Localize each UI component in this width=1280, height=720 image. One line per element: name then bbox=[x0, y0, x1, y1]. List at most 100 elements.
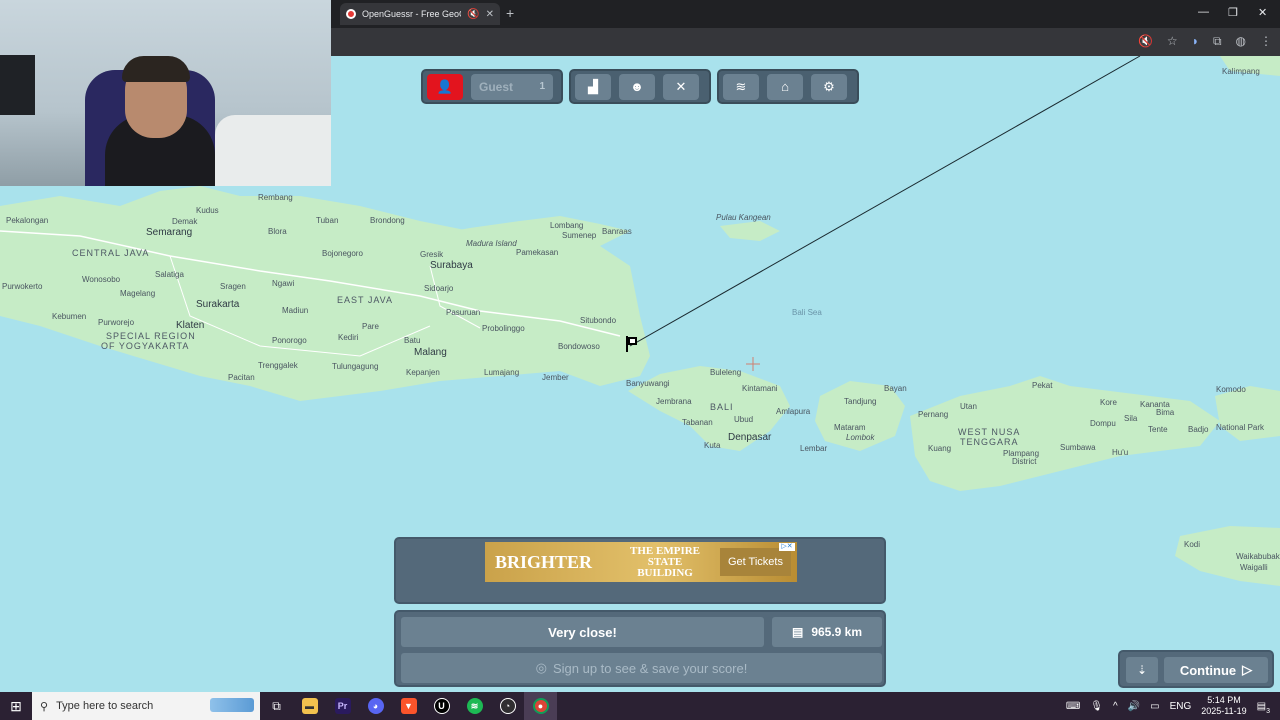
notification-icon[interactable]: ▤ bbox=[1257, 701, 1266, 712]
opengussr-favicon-icon bbox=[346, 9, 356, 19]
map-label: Tandjung bbox=[844, 397, 877, 406]
add-user-icon: 👤 bbox=[436, 78, 454, 94]
graduation-cap-icon: ⌂ bbox=[781, 79, 789, 94]
guest-label: Guest bbox=[479, 79, 514, 94]
map-label: Sragen bbox=[220, 282, 246, 291]
microphone-icon[interactable]: 🎙 bbox=[1090, 701, 1103, 712]
add-user-button[interactable]: 👤 bbox=[427, 73, 463, 100]
crossed-swords-icon: ✕ bbox=[675, 78, 687, 94]
battle-button[interactable]: ✕ bbox=[663, 73, 699, 100]
map-label: Tulungagung bbox=[332, 362, 379, 371]
map-label: Pare bbox=[362, 322, 379, 331]
profile-avatar[interactable]: ◍ bbox=[1236, 34, 1246, 49]
menu-kebab-icon[interactable]: ⋮ bbox=[1260, 34, 1272, 49]
notification-count: 3 bbox=[1266, 707, 1270, 715]
map-label: Kudus bbox=[196, 206, 219, 215]
bookmark-star-icon[interactable]: ☆ bbox=[1167, 34, 1178, 49]
map-label: Kintamani bbox=[742, 384, 778, 393]
advertisement-banner[interactable]: BRIGHTER THE EMPIRE STATE BUILDING Get T… bbox=[485, 542, 797, 582]
ad-choices-icon[interactable]: ▷✕ bbox=[779, 543, 795, 551]
touch-keyboard-icon[interactable]: ⌨ bbox=[1066, 701, 1080, 712]
chrome-icon[interactable]: ● bbox=[524, 692, 557, 720]
signup-button[interactable]: ◎ Sign up to see & save your score! bbox=[401, 653, 882, 683]
map-label: SPECIAL REGION bbox=[106, 331, 196, 341]
continue-label: Continue bbox=[1179, 662, 1237, 678]
map-label: Pekat bbox=[1032, 381, 1053, 390]
language-indicator[interactable]: ENG bbox=[1170, 701, 1192, 712]
correct-location-flag-icon bbox=[624, 336, 638, 352]
map-label: Kebumen bbox=[52, 312, 87, 321]
map-label: Jembrana bbox=[656, 397, 692, 406]
mute-tab-icon[interactable]: 🔇 bbox=[467, 9, 479, 20]
obs-icon[interactable]: ◔ bbox=[491, 692, 524, 720]
brave-icon[interactable]: ▼ bbox=[392, 692, 425, 720]
guest-indicator[interactable]: Guest 1 bbox=[471, 73, 553, 100]
map-label: Kuang bbox=[928, 444, 952, 453]
map-label: Brondong bbox=[370, 216, 405, 225]
restore-icon[interactable]: ❐ bbox=[1228, 6, 1238, 19]
map-label: Sila bbox=[1124, 414, 1138, 423]
task-view-icon[interactable]: ⧉ bbox=[260, 692, 293, 720]
leaderboard-button[interactable]: ▟ bbox=[575, 73, 611, 100]
network-icon[interactable]: ▭ bbox=[1150, 701, 1159, 712]
settings-toolbar: ≋ ⌂ ⚙ bbox=[717, 69, 859, 104]
map-label: WEST NUSA bbox=[958, 427, 1021, 437]
map-label: National Park bbox=[1216, 423, 1265, 432]
ruler-icon: ▤ bbox=[791, 625, 804, 639]
map-label: Sumbawa bbox=[1060, 443, 1096, 452]
spotify-icon[interactable]: ≋ bbox=[458, 692, 491, 720]
close-window-icon[interactable]: ✕ bbox=[1258, 6, 1267, 19]
map-label: CENTRAL JAVA bbox=[72, 248, 150, 258]
plus-icon[interactable]: + bbox=[506, 5, 514, 21]
ad-cta-button[interactable]: Get Tickets bbox=[719, 548, 791, 576]
map-label: Badjo bbox=[1188, 425, 1209, 434]
map-label: Kore bbox=[1100, 398, 1117, 407]
map-label: Klaten bbox=[176, 320, 205, 331]
clock[interactable]: 5:14 PM 2025-11-19 bbox=[1201, 695, 1246, 717]
chevron-up-icon[interactable]: ^ bbox=[1113, 701, 1118, 712]
extensions-icon[interactable]: ⧉ bbox=[1213, 34, 1222, 49]
gear-icon: ⚙ bbox=[823, 78, 835, 94]
map-label: Wonosobo bbox=[82, 275, 121, 284]
map-label: Tente bbox=[1148, 425, 1168, 434]
minimize-icon[interactable]: — bbox=[1198, 6, 1209, 18]
game-mode-toolbar: ▟ ☻ ✕ bbox=[569, 69, 711, 104]
settings-button[interactable]: ⚙ bbox=[811, 73, 847, 100]
close-tab-icon[interactable]: ✕ bbox=[486, 9, 494, 20]
browser-tab[interactable]: OpenGuessr - Free GeoGuessr 🔇 ✕ bbox=[340, 3, 500, 25]
media-icon[interactable]: ◗ bbox=[1192, 34, 1199, 49]
search-highlight-image bbox=[210, 698, 254, 712]
map-label: Kepanjen bbox=[406, 368, 440, 377]
map-label: Salatiga bbox=[155, 270, 184, 279]
windows-start-icon[interactable]: ⊞ bbox=[0, 692, 32, 720]
map-label: Blora bbox=[268, 227, 287, 236]
learn-button[interactable]: ⌂ bbox=[767, 73, 803, 100]
map-layers-button[interactable]: ≋ bbox=[723, 73, 759, 100]
map-label: Pamekasan bbox=[516, 248, 559, 257]
sound-muted-icon[interactable]: 🔇 bbox=[1138, 34, 1153, 49]
map-label: Hu'u bbox=[1112, 448, 1129, 457]
map-label: Surabaya bbox=[430, 260, 473, 271]
map-label: Semarang bbox=[146, 227, 193, 238]
clock-time: 5:14 PM bbox=[1207, 695, 1241, 705]
map-label: Pekalongan bbox=[6, 216, 49, 225]
discord-icon[interactable]: ◕ bbox=[359, 692, 392, 720]
flag-button[interactable]: ⇣ bbox=[1126, 657, 1158, 683]
map-label: Buleleng bbox=[710, 368, 742, 377]
ad-panel: BRIGHTER THE EMPIRE STATE BUILDING Get T… bbox=[394, 537, 886, 604]
continue-button[interactable]: Continue ▷ bbox=[1164, 657, 1268, 683]
premiere-icon[interactable]: Pr bbox=[326, 692, 359, 720]
map-label: Kodi bbox=[1184, 540, 1201, 549]
map-label: Purworejo bbox=[98, 318, 135, 327]
map-label: TENGGARA bbox=[960, 437, 1019, 447]
map-label: Kalimpang bbox=[1222, 67, 1260, 76]
user-circle-icon: ◎ bbox=[535, 660, 547, 675]
multiplayer-button[interactable]: ☻ bbox=[619, 73, 655, 100]
search-icon: ⚲ bbox=[40, 700, 49, 713]
webcam-overlay bbox=[0, 0, 331, 186]
volume-icon[interactable]: 🔊 bbox=[1128, 701, 1140, 712]
taskbar-search[interactable]: ⚲ Type here to search bbox=[32, 692, 260, 720]
file-explorer-icon[interactable]: ▬ bbox=[293, 692, 326, 720]
unreal-icon[interactable]: U bbox=[425, 692, 458, 720]
map-label: Madiun bbox=[282, 306, 309, 315]
